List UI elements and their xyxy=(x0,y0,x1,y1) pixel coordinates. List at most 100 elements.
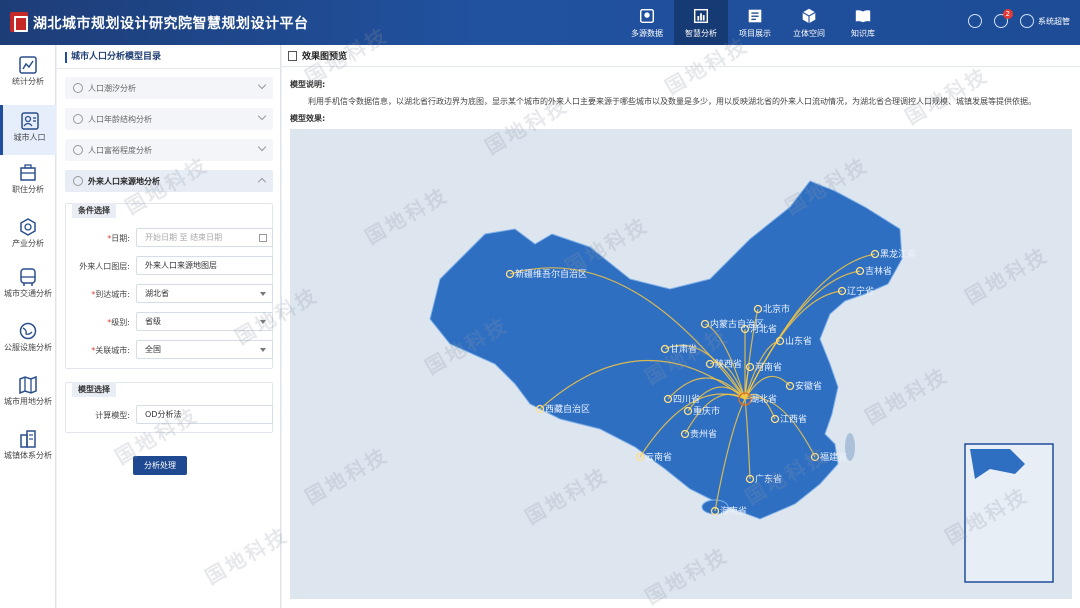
rail-industry[interactable]: 产业分析 xyxy=(0,217,56,259)
calc-model-row: 计算模型: OD分析法 xyxy=(66,405,274,425)
rail-city-population[interactable]: 城市人口 xyxy=(0,105,56,155)
province-label: 江西省 xyxy=(780,413,807,425)
chevron-down-icon xyxy=(257,80,267,90)
list-icon xyxy=(748,9,762,22)
accordion-label: 人口潮汐分析 xyxy=(88,83,136,93)
app-title: 湖北城市规划设计研究院智慧规划设计平台 xyxy=(33,16,309,32)
preview-area: 效果图预览 模型说明: 利用手机信令数据信息，以湖北省行政边界为底图，显示某个城… xyxy=(282,45,1080,608)
bus-icon xyxy=(20,268,36,286)
level-label: *级别: xyxy=(107,318,130,327)
top-header: 湖北城市规划设计研究院智慧规划设计平台 多源数据 智慧分析 项目展示 立体空间 … xyxy=(0,0,1080,45)
caret-down-icon xyxy=(260,348,266,352)
rail-label: 产业分析 xyxy=(12,239,44,248)
nav-knowledge-base[interactable]: 知识库 xyxy=(836,0,890,45)
nav-label: 项目展示 xyxy=(739,28,771,38)
accordion-migrant-origin[interactable]: 外来人口来源地分析 xyxy=(65,170,273,192)
calc-model-input[interactable]: OD分析法 xyxy=(136,405,273,424)
province-label: 广东省 xyxy=(755,473,782,485)
model-box: 模型选择 计算模型: OD分析法 xyxy=(65,382,273,433)
province-label: 湖北省 xyxy=(750,393,777,405)
accordion-label: 外来人口来源地分析 xyxy=(88,176,160,186)
notification-badge: 2 xyxy=(1002,9,1013,19)
nav-project-display[interactable]: 项目展示 xyxy=(728,0,782,45)
panel-title: 城市人口分析模型目录 xyxy=(65,52,161,63)
user-menu[interactable]: 系统超管 xyxy=(1020,14,1070,28)
bell-icon[interactable]: 2 xyxy=(994,9,1013,28)
model-title: 模型选择 xyxy=(72,382,116,397)
accordion-label: 人口年龄结构分析 xyxy=(88,114,152,124)
nav-label: 立体空间 xyxy=(793,28,825,38)
avatar-icon xyxy=(1020,14,1034,28)
chevron-down-icon xyxy=(257,111,267,121)
province-label: 海南省 xyxy=(720,505,747,517)
province-label: 北京市 xyxy=(763,303,790,315)
province-label: 陕西省 xyxy=(715,358,742,370)
nav-label: 多源数据 xyxy=(631,28,663,38)
related-city-select[interactable]: 全国 xyxy=(136,340,273,359)
rail-label: 城市人口 xyxy=(13,133,46,142)
layer-input[interactable]: 外来人口来源地图层 xyxy=(136,256,273,275)
document-icon xyxy=(288,50,297,61)
nav-smart-analysis[interactable]: 智慧分析 xyxy=(674,0,728,45)
user-name: 系统超管 xyxy=(1038,16,1070,26)
hexagon-icon xyxy=(20,218,36,236)
nav-label: 知识库 xyxy=(851,28,875,38)
level-select[interactable]: 省级 xyxy=(136,312,273,331)
person-card-icon xyxy=(20,112,39,130)
flow-map[interactable]: 新疆维吾尔自治区 西藏自治区 黑龙江省 吉林省 辽宁省 内蒙古自治区 北京市 河北省 山东省 甘肃… xyxy=(290,129,1072,599)
rail-stat-analysis[interactable]: 统计分析 xyxy=(0,55,56,97)
rail-public-service[interactable]: 公服设施分析 xyxy=(0,321,56,363)
conditions-title: 条件选择 xyxy=(72,203,116,218)
nav-multisource-data[interactable]: 多源数据 xyxy=(620,0,674,45)
rail-label: 公服设施分析 xyxy=(4,343,52,352)
date-range-input[interactable]: 开始日期 至 结束日期 xyxy=(136,228,273,247)
layer-label: 外来人口图层: xyxy=(79,262,130,271)
building-icon xyxy=(20,164,36,181)
caret-down-icon xyxy=(260,292,266,296)
arrive-city-select[interactable]: 湖北省 xyxy=(136,284,273,303)
conditions-box: 条件选择 *日期: 开始日期 至 结束日期 外来人口图层: 外来人口来源地图层 … xyxy=(65,203,273,369)
rail-land-use[interactable]: 城市用地分析 xyxy=(0,375,56,417)
caret-down-icon xyxy=(260,320,266,324)
chevron-down-icon xyxy=(257,142,267,152)
nav-3d-space[interactable]: 立体空间 xyxy=(782,0,836,45)
province-label: 辽宁省 xyxy=(847,285,874,297)
model-desc-text: 利用手机信令数据信息，以湖北省行政边界为底图，显示某个城市的外来人口主要来源于哪… xyxy=(308,97,1036,106)
model-effect-label: 模型效果: xyxy=(290,114,326,123)
preview-header: 效果图预览 xyxy=(282,45,1080,67)
chevron-up-icon xyxy=(257,177,267,187)
accordion-population-tide[interactable]: 人口潮汐分析 xyxy=(65,77,273,99)
china-landmass xyxy=(429,180,903,520)
age-icon xyxy=(73,114,83,124)
province-label: 福建省 xyxy=(820,451,847,463)
rail-job-housing[interactable]: 职住分析 xyxy=(0,163,56,205)
province-label: 河北省 xyxy=(750,323,777,335)
model-desc-label: 模型说明: xyxy=(290,80,326,89)
settings-icon[interactable] xyxy=(968,14,982,28)
map-icon xyxy=(19,375,37,395)
arrive-city-row: *到达城市: 湖北省 xyxy=(66,284,274,304)
province-label: 山东省 xyxy=(785,335,812,347)
accordion-wealth[interactable]: 人口富裕程度分析 xyxy=(65,139,273,161)
analyze-button[interactable]: 分析处理 xyxy=(133,456,187,475)
province-label: 西藏自治区 xyxy=(545,403,590,415)
layer-row: 外来人口图层: 外来人口来源地图层 xyxy=(66,256,274,276)
accordion-label: 人口富裕程度分析 xyxy=(88,145,152,155)
date-row: *日期: 开始日期 至 结束日期 xyxy=(66,228,274,248)
province-label: 云南省 xyxy=(645,451,672,463)
tide-icon xyxy=(73,83,83,93)
accordion-age-structure[interactable]: 人口年龄结构分析 xyxy=(65,108,273,130)
province-label: 黑龙江省 xyxy=(880,248,916,260)
china-flow-map: 新疆维吾尔自治区西藏自治区黑龙江省吉林省辽宁省内蒙古自治区北京市河北省山东省甘肃… xyxy=(429,180,1054,583)
calc-label: 计算模型: xyxy=(95,411,130,420)
related-label: *关联城市: xyxy=(91,346,130,355)
top-nav: 多源数据 智慧分析 项目展示 立体空间 知识库 xyxy=(620,0,890,45)
model-panel: 城市人口分析模型目录 人口潮汐分析 人口年龄结构分析 人口富裕程度分析 外来人口… xyxy=(57,45,281,608)
province-label: 四川省 xyxy=(673,393,700,405)
rail-town-system[interactable]: 城镇体系分析 xyxy=(0,429,56,471)
left-rail: 统计分析 城市人口 职住分析 产业分析 城市交通分析 公服设施分析 城市用地分析… xyxy=(0,45,56,608)
globe-icon xyxy=(19,322,37,340)
rail-traffic[interactable]: 城市交通分析 xyxy=(0,267,56,309)
province-label: 甘肃省 xyxy=(670,343,697,355)
rail-label: 城镇体系分析 xyxy=(4,451,52,460)
